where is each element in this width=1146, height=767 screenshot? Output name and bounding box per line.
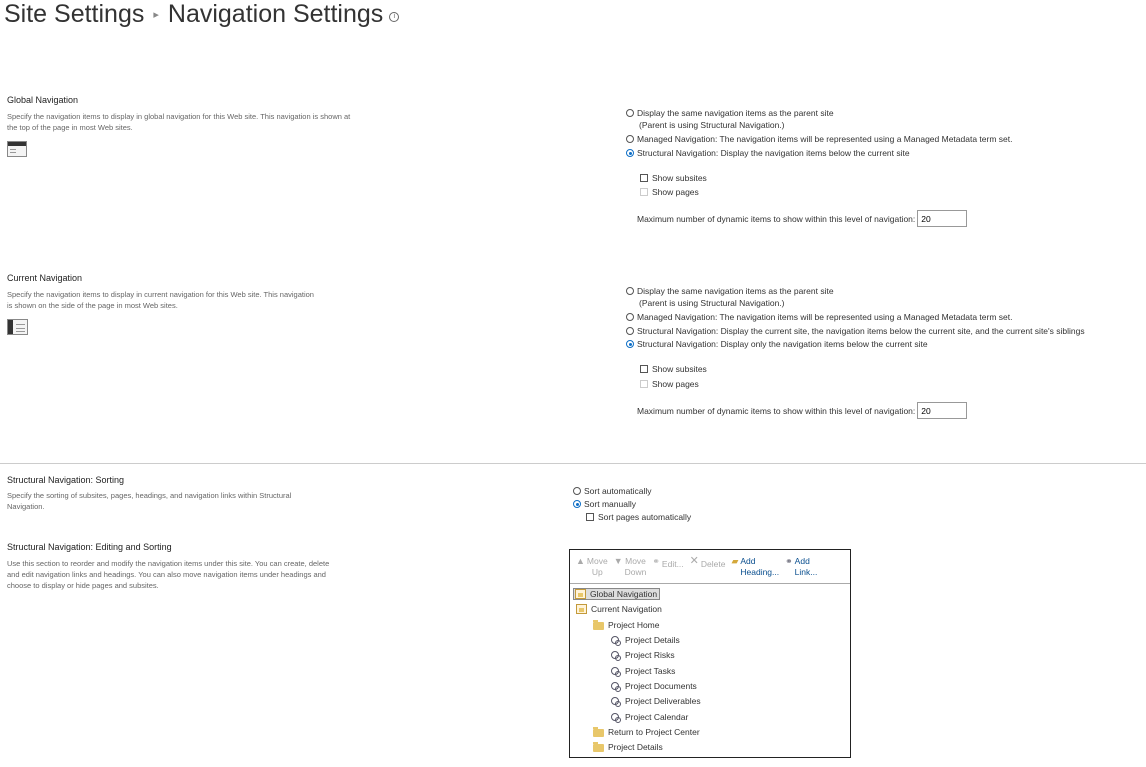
tree-node-link[interactable]: Project Deliverables	[611, 696, 701, 707]
tree-node-link[interactable]: Project Tasks	[611, 666, 675, 677]
tree-node-current-navigation[interactable]: Current Navigation	[576, 604, 662, 614]
radio-icon[interactable]	[626, 109, 634, 117]
radio-selected-icon[interactable]	[626, 149, 634, 157]
current-show-subsites[interactable]: Show subsites	[640, 364, 707, 374]
current-nav-option-managed[interactable]: Managed Navigation: The navigation items…	[626, 312, 1012, 322]
delete-button[interactable]: ✕ Delete	[690, 556, 726, 570]
current-nav-title: Current Navigation	[7, 273, 83, 283]
tree-node-link[interactable]: Project Details	[611, 635, 680, 646]
folder-icon	[593, 742, 604, 752]
add-link-button[interactable]: ⚭ Add Link...	[785, 556, 817, 578]
sorting-description: Specify the sorting of subsites, pages, …	[7, 491, 292, 511]
tree-node-project-details[interactable]: Project Details	[593, 742, 663, 752]
radio-icon[interactable]	[626, 313, 634, 321]
add-heading-button[interactable]: ▰ Add Heading...	[731, 556, 779, 578]
global-nav-option-structural[interactable]: Structural Navigation: Display the navig…	[626, 148, 910, 158]
current-nav-option-structural-below[interactable]: Structural Navigation: Display only the …	[626, 339, 928, 349]
global-show-subsites[interactable]: Show subsites	[640, 173, 707, 183]
tree-node-link[interactable]: Project Calendar	[611, 712, 688, 723]
current-show-pages[interactable]: Show pages	[640, 379, 699, 389]
breadcrumb-separator: ▸	[153, 9, 159, 21]
page-title: Site Settings ▸ Navigation Settings i	[4, 0, 400, 29]
current-nav-description: Specify the navigation items to display …	[7, 290, 314, 310]
arrow-up-icon: ▲	[576, 556, 585, 566]
sort-automatically-option[interactable]: Sort automatically	[573, 486, 652, 496]
global-show-pages[interactable]: Show pages	[640, 187, 699, 197]
checkbox-icon[interactable]	[640, 380, 648, 388]
current-nav-option-parent-note: (Parent is using Structural Navigation.)	[639, 298, 785, 308]
current-max-items-input[interactable]	[917, 402, 968, 419]
global-nav-option-managed[interactable]: Managed Navigation: The navigation items…	[626, 134, 1012, 144]
global-max-items-row: Maximum number of dynamic items to show …	[637, 210, 968, 227]
radio-icon[interactable]	[626, 287, 634, 295]
checkbox-icon[interactable]	[640, 365, 648, 373]
move-up-button[interactable]: ▲ Move Up	[576, 556, 608, 578]
navigation-root-icon	[576, 604, 587, 614]
link-icon	[611, 713, 621, 723]
editing-description: Use this section to reorder and modify t…	[7, 559, 330, 590]
link-icon	[611, 651, 621, 661]
link-icon	[611, 697, 621, 707]
sorting-title: Structural Navigation: Sorting	[7, 475, 125, 485]
editing-title: Structural Navigation: Editing and Sorti…	[7, 542, 172, 552]
global-nav-title: Global Navigation	[7, 95, 79, 105]
edit-link-icon: ⚭	[652, 556, 660, 566]
arrow-down-icon: ▼	[613, 556, 623, 566]
current-nav-option-structural-siblings[interactable]: Structural Navigation: Display the curre…	[626, 326, 1085, 336]
checkbox-icon[interactable]	[586, 513, 594, 521]
current-nav-option-parent[interactable]: Display the same navigation items as the…	[626, 286, 834, 296]
info-icon[interactable]: i	[389, 12, 400, 22]
link-icon	[611, 667, 621, 677]
radio-icon[interactable]	[626, 135, 634, 143]
global-nav-option-parent[interactable]: Display the same navigation items as the…	[626, 108, 834, 118]
folder-icon	[593, 727, 604, 737]
folder-icon: ▰	[731, 556, 739, 566]
radio-selected-icon[interactable]	[573, 500, 581, 508]
tree-node-return-to-project-center[interactable]: Return to Project Center	[593, 727, 700, 737]
delete-x-icon: ✕	[689, 555, 699, 567]
link-icon	[611, 682, 621, 692]
folder-icon	[593, 620, 604, 630]
radio-icon[interactable]	[626, 327, 634, 335]
tree-node-link[interactable]: Project Risks	[611, 650, 675, 661]
global-nav-description: Specify the navigation items to display …	[7, 112, 351, 132]
checkbox-icon[interactable]	[640, 174, 648, 182]
navigation-root-icon	[575, 589, 586, 599]
tree-node-link[interactable]: Project Documents	[611, 681, 697, 692]
current-max-items-row: Maximum number of dynamic items to show …	[637, 402, 968, 419]
link-icon	[611, 636, 621, 646]
link-icon: ⚭	[785, 556, 793, 566]
sort-manually-option[interactable]: Sort manually	[573, 499, 636, 509]
global-nav-option-parent-note: (Parent is using Structural Navigation.)	[639, 120, 785, 130]
section-divider	[0, 463, 1146, 464]
tree-node-global-navigation[interactable]: Global Navigation	[573, 588, 661, 600]
global-max-items-input[interactable]	[917, 210, 968, 227]
edit-button[interactable]: ⚭ Edit...	[652, 556, 683, 570]
breadcrumb-site-settings[interactable]: Site Settings	[4, 0, 144, 28]
checkbox-icon[interactable]	[640, 188, 648, 196]
tree-node-project-home[interactable]: Project Home	[593, 620, 660, 630]
global-navigation-icon	[7, 141, 27, 157]
radio-icon[interactable]	[573, 487, 581, 495]
sort-pages-automatically[interactable]: Sort pages automatically	[586, 512, 691, 522]
radio-selected-icon[interactable]	[626, 340, 634, 348]
navigation-editor: ▲ Move Up ▼ Move Down ⚭ Edit... ✕ Delete ▰ Add H…	[569, 549, 851, 758]
current-navigation-icon	[7, 319, 28, 335]
move-down-button[interactable]: ▼ Move Down	[614, 556, 647, 578]
page-heading: Navigation Settings	[167, 0, 384, 28]
editor-toolbar: ▲ Move Up ▼ Move Down ⚭ Edit... ✕ Delete ▰ Add H…	[570, 550, 850, 584]
